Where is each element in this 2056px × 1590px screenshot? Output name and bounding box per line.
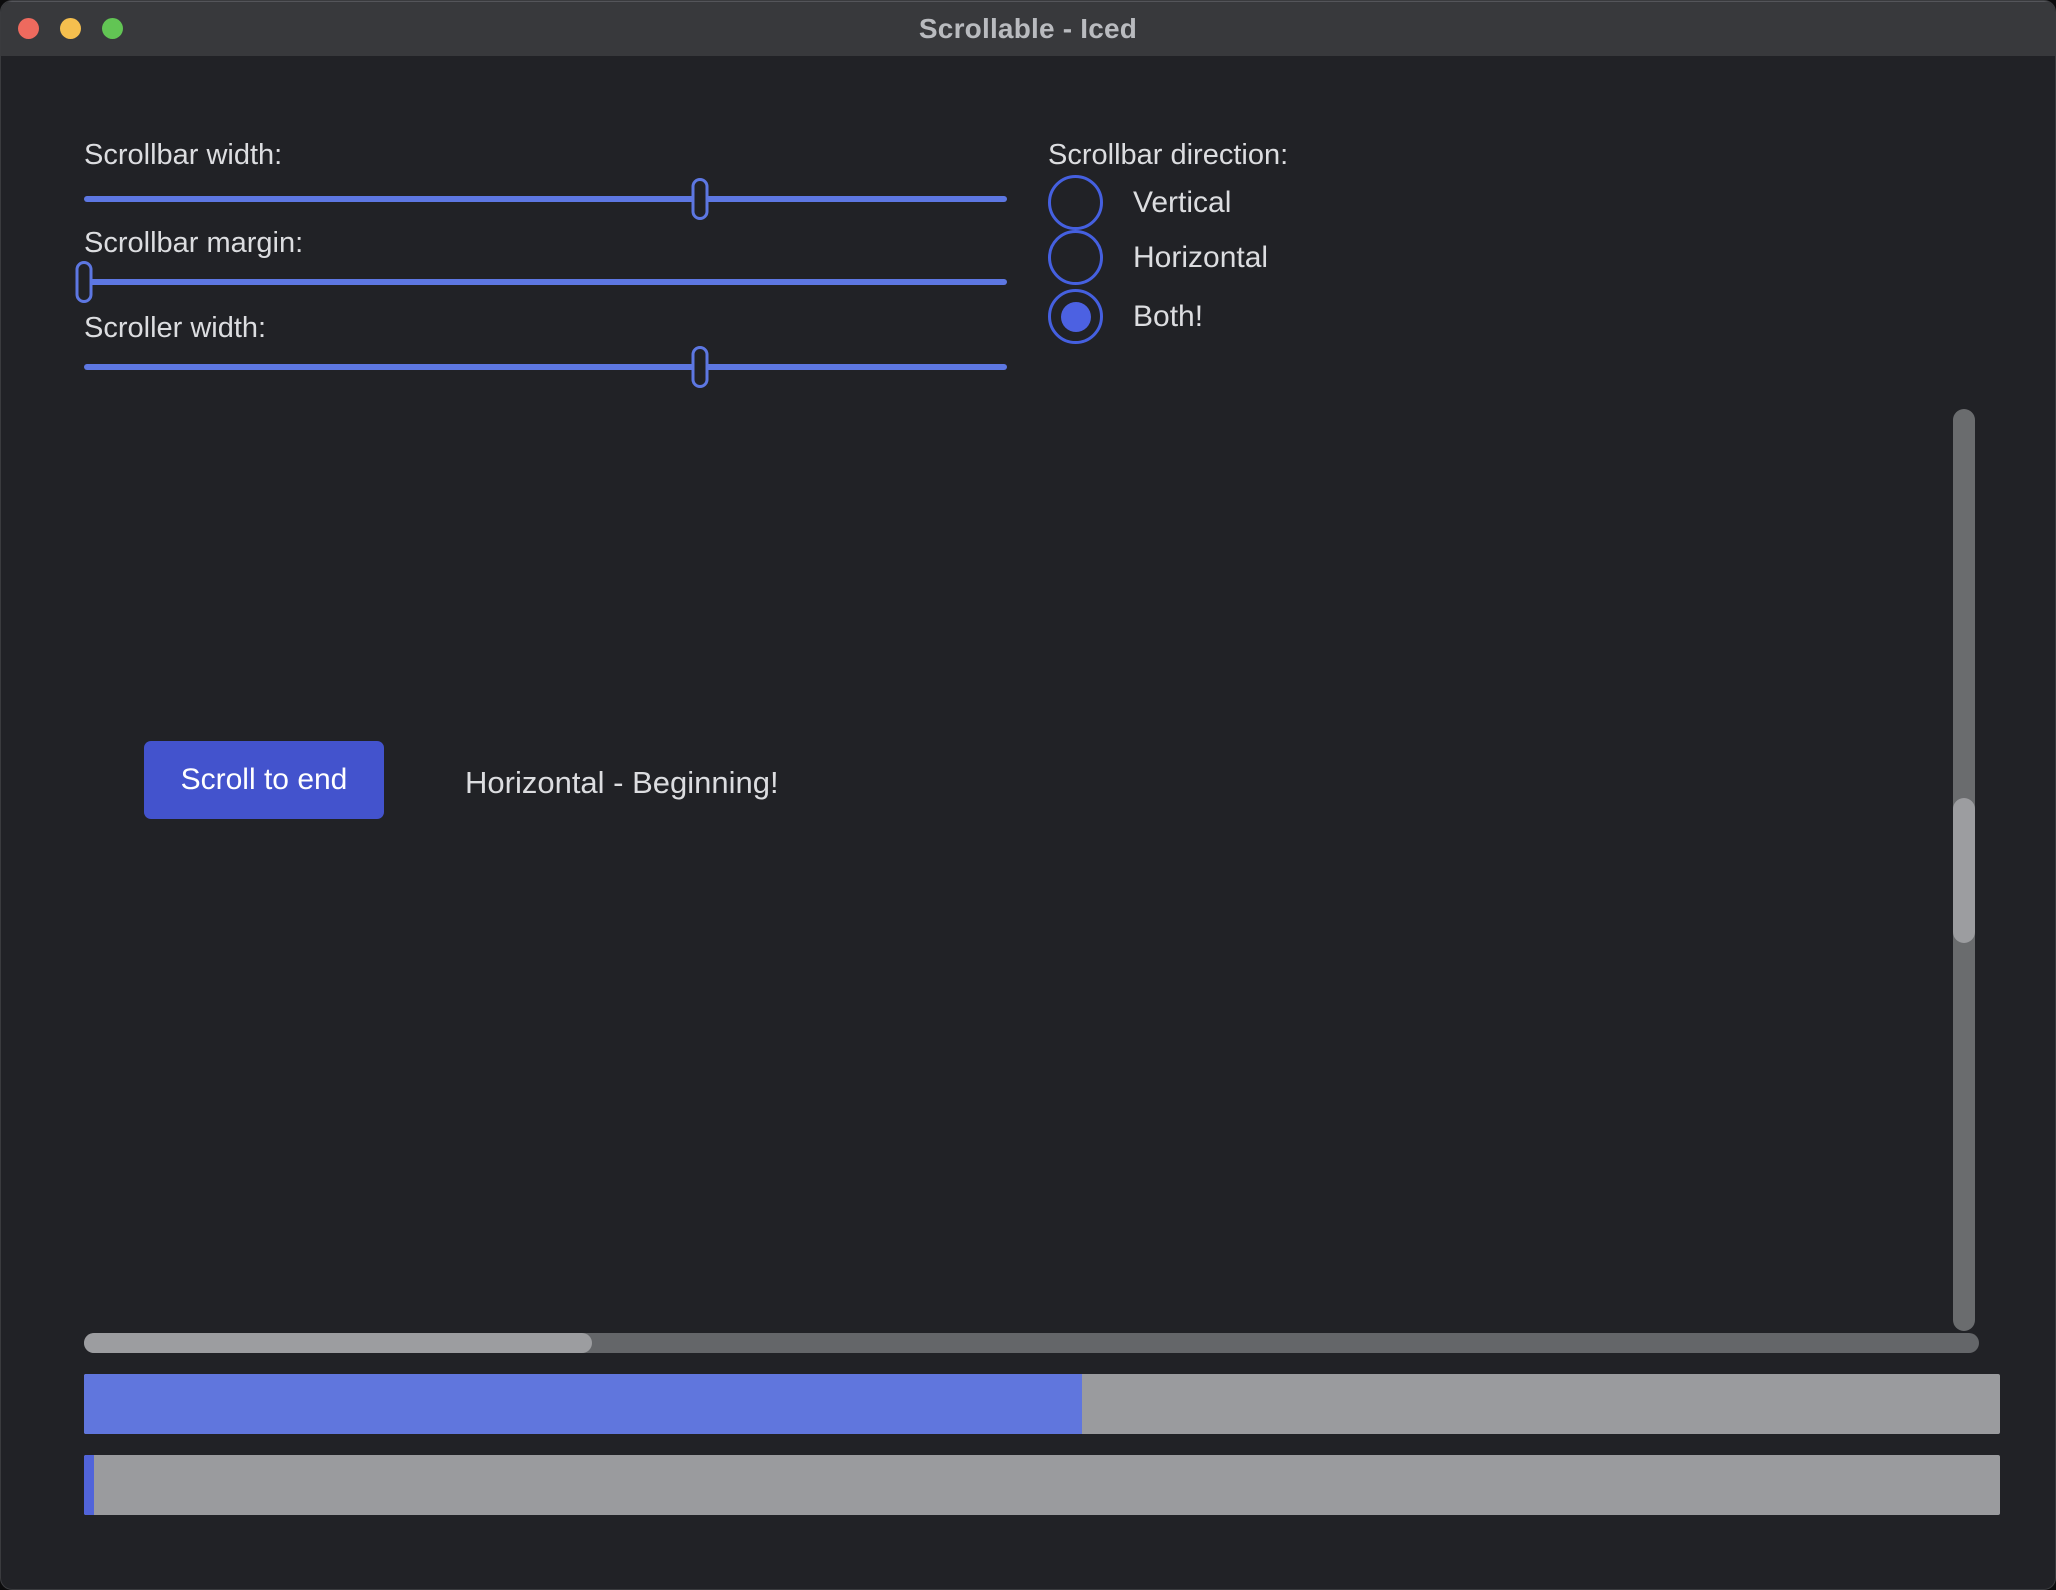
scroll-status-text: Horizontal - Beginning! xyxy=(465,763,779,803)
zoom-icon[interactable] xyxy=(102,18,123,39)
scroll-to-end-button[interactable]: Scroll to end xyxy=(144,741,384,819)
horizontal-scrollbar[interactable] xyxy=(84,1333,1979,1353)
slider-rail[interactable] xyxy=(84,364,1007,370)
radio-circle-icon[interactable] xyxy=(1048,289,1103,344)
radio-label[interactable]: Horizontal xyxy=(1133,241,1268,275)
app-window: Scrollable - Iced Scrollbar width: Scrol… xyxy=(0,0,2056,1590)
scrollbar-margin-slider[interactable] xyxy=(84,261,1007,303)
progress-fill xyxy=(84,1374,1082,1434)
slider-handle[interactable] xyxy=(76,261,93,303)
scrollbar-margin-label: Scrollbar margin: xyxy=(84,226,303,260)
slider-rail[interactable] xyxy=(84,196,1007,202)
minimize-icon[interactable] xyxy=(60,18,81,39)
slider-rail[interactable] xyxy=(84,279,1007,285)
close-icon[interactable] xyxy=(18,18,39,39)
vertical-scroller[interactable] xyxy=(1953,798,1975,943)
window-title: Scrollable - Iced xyxy=(919,13,1137,45)
vertical-scrollbar[interactable] xyxy=(1953,409,1975,1331)
radio-label[interactable]: Vertical xyxy=(1133,186,1231,220)
radio-dot-icon xyxy=(1061,302,1091,332)
scrollbar-width-slider[interactable] xyxy=(84,178,1007,220)
horizontal-progress-bar xyxy=(84,1374,2000,1434)
scrollbar-direction-label: Scrollbar direction: xyxy=(1048,138,1288,172)
horizontal-scroller[interactable] xyxy=(84,1333,592,1353)
radio-horizontal[interactable]: Horizontal xyxy=(1048,230,1268,285)
radio-circle-icon[interactable] xyxy=(1048,230,1103,285)
radio-vertical[interactable]: Vertical xyxy=(1048,175,1231,230)
scrollbar-width-label: Scrollbar width: xyxy=(84,138,282,172)
scroller-width-label: Scroller width: xyxy=(84,311,266,345)
slider-handle[interactable] xyxy=(691,178,708,220)
radio-label[interactable]: Both! xyxy=(1133,300,1203,334)
progress-fill xyxy=(84,1455,94,1515)
title-bar[interactable]: Scrollable - Iced xyxy=(1,1,2055,56)
vertical-progress-bar xyxy=(84,1455,2000,1515)
radio-both[interactable]: Both! xyxy=(1048,289,1203,344)
scroller-width-slider[interactable] xyxy=(84,346,1007,388)
radio-circle-icon[interactable] xyxy=(1048,175,1103,230)
slider-handle[interactable] xyxy=(691,346,708,388)
